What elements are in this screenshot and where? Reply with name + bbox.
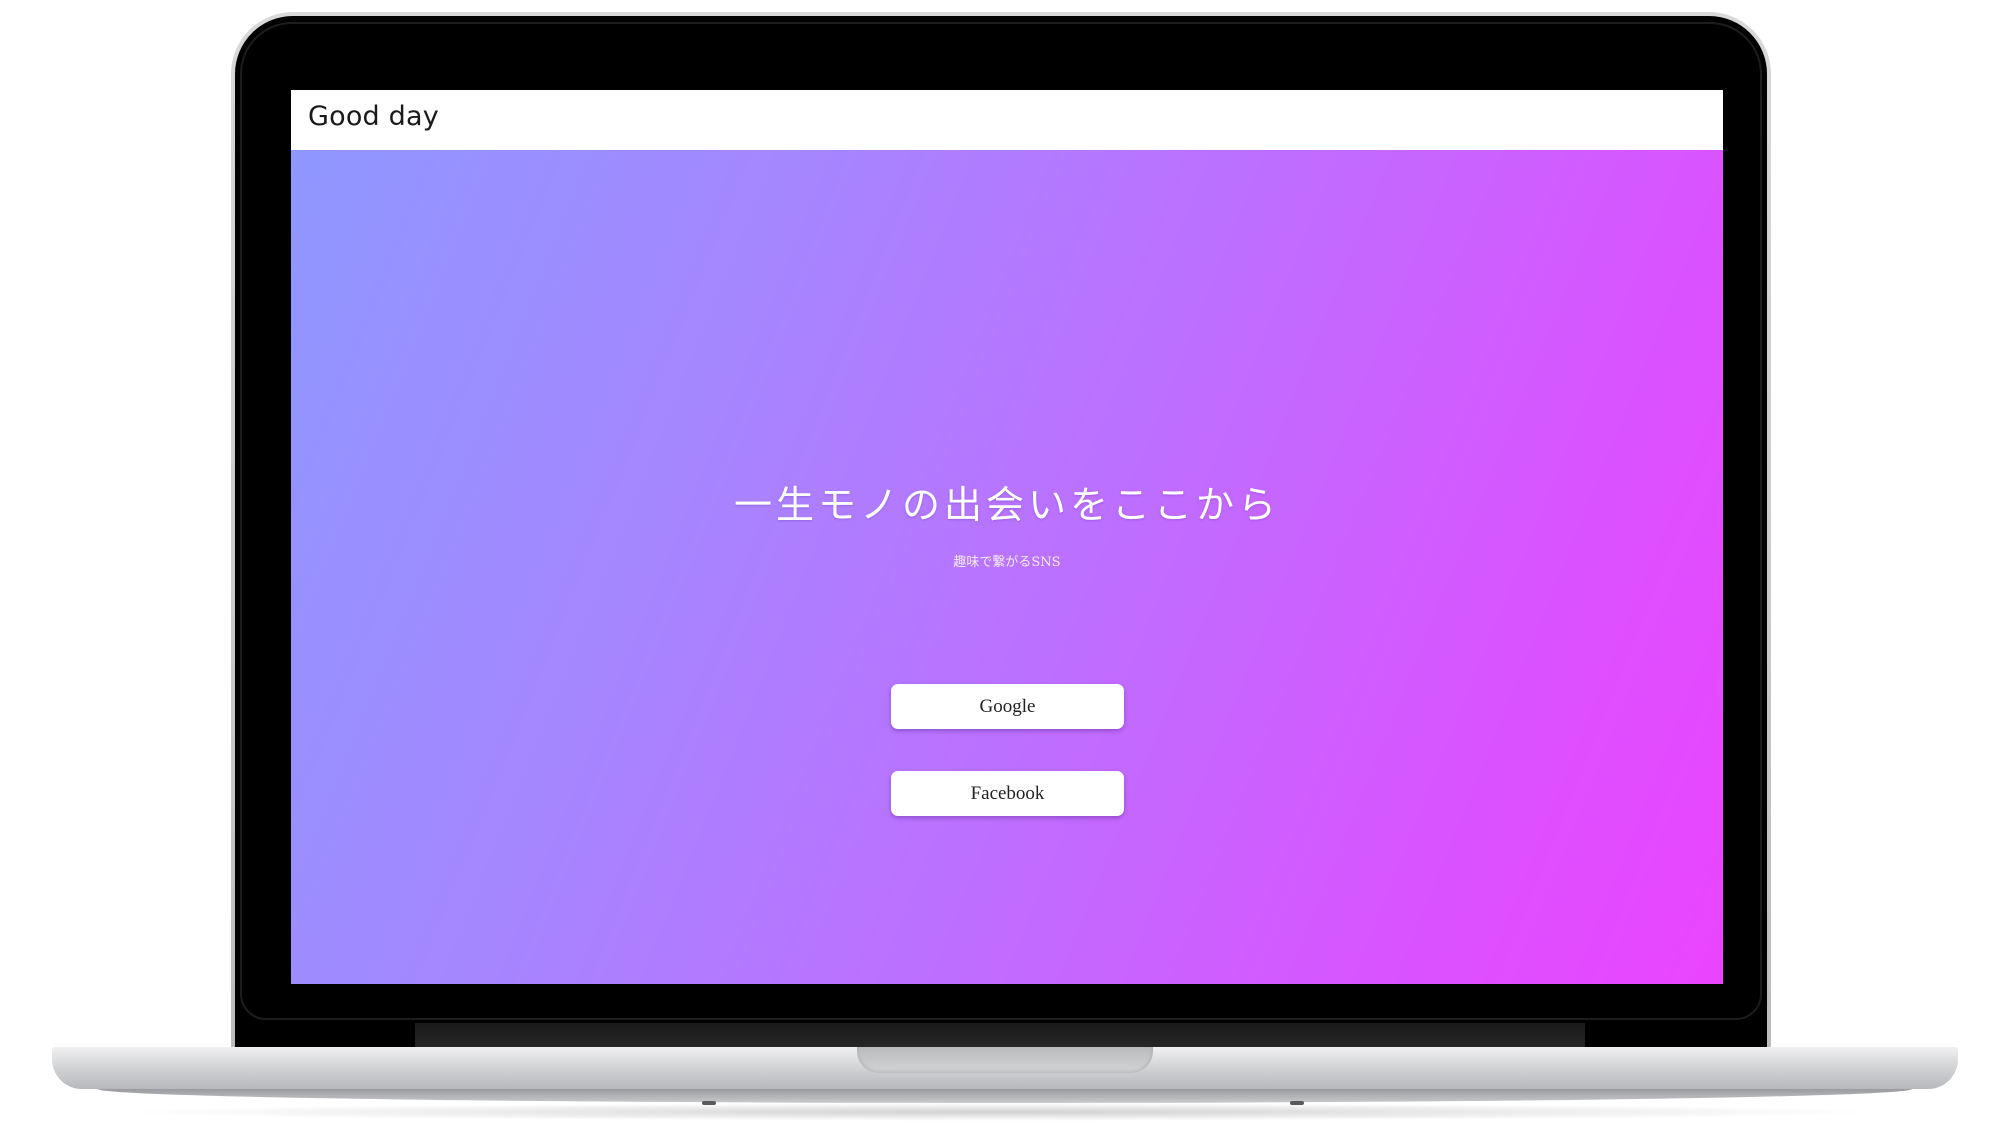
laptop-shadow <box>110 1103 1890 1121</box>
hero-headline: 一生モノの出会いをここから <box>733 483 1280 527</box>
laptop-hinge <box>415 1023 1585 1047</box>
laptop-foot-left <box>702 1101 716 1105</box>
brand-logo[interactable]: Good day <box>308 101 439 132</box>
laptop-mockup: Good day 一生モノの出会いをここから 趣味で繋がるSNS Google … <box>0 0 2000 1133</box>
hero-section: 一生モノの出会いをここから 趣味で繋がるSNS Google Facebook <box>291 150 1723 984</box>
google-login-button[interactable]: Google <box>891 684 1124 729</box>
laptop-base-underside <box>98 1089 1912 1103</box>
app-screen: Good day 一生モノの出会いをここから 趣味で繋がるSNS Google … <box>291 90 1723 984</box>
header-bar: Good day <box>291 90 1723 150</box>
facebook-login-button[interactable]: Facebook <box>891 771 1124 816</box>
laptop-opening-notch <box>857 1047 1153 1073</box>
hero-subline: 趣味で繋がるSNS <box>953 555 1061 570</box>
laptop-foot-right <box>1290 1101 1304 1105</box>
